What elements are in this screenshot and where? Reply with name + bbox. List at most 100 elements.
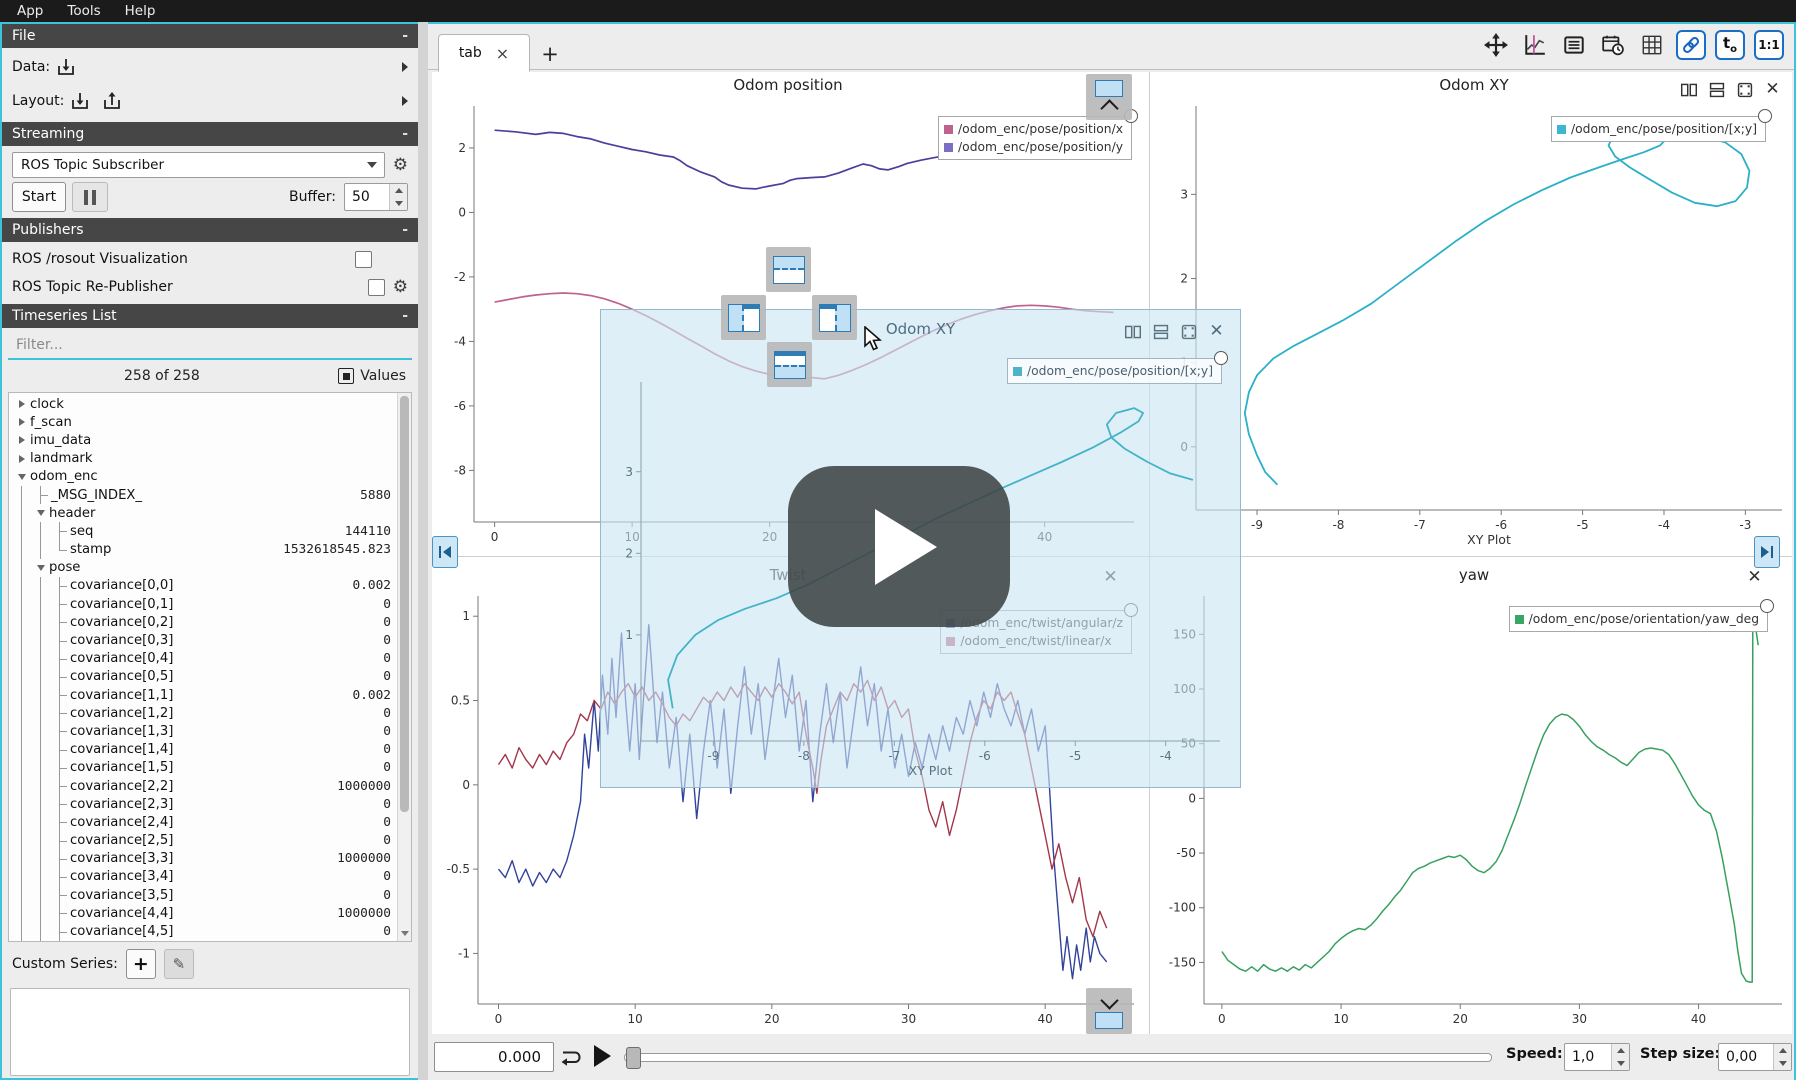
split-horizontal-icon[interactable] bbox=[1679, 80, 1698, 99]
close-plot-icon[interactable]: ✕ bbox=[1763, 80, 1782, 99]
tree-item[interactable]: f_scan bbox=[9, 413, 397, 431]
spin-up-icon[interactable] bbox=[390, 184, 407, 197]
list-view-icon[interactable] bbox=[1559, 30, 1589, 60]
split-vertical-icon[interactable] bbox=[1151, 322, 1170, 341]
speed-spinbox[interactable]: 1,0 bbox=[1564, 1043, 1630, 1071]
tree-item[interactable]: covariance[1,2]0 bbox=[9, 704, 397, 722]
tree-scrollbar[interactable] bbox=[397, 393, 411, 941]
tree-item[interactable]: covariance[0,3]0 bbox=[9, 631, 397, 649]
spin-arrows[interactable] bbox=[389, 184, 407, 210]
section-header-publishers[interactable]: Publishers - bbox=[2, 218, 418, 242]
tree-item[interactable]: covariance[1,4]0 bbox=[9, 741, 397, 759]
spin-down-icon[interactable] bbox=[390, 197, 407, 210]
dock-top-icon[interactable] bbox=[766, 247, 811, 292]
tree-item[interactable]: covariance[1,5]0 bbox=[9, 759, 397, 777]
custom-series-list[interactable] bbox=[10, 988, 410, 1076]
spin-up-icon[interactable] bbox=[1774, 1044, 1791, 1057]
video-play-button[interactable] bbox=[788, 466, 1010, 627]
tab-current[interactable]: tab × bbox=[438, 34, 530, 72]
tree-item[interactable]: covariance[3,5]0 bbox=[9, 886, 397, 904]
legend-entry[interactable]: /odom_enc/pose/position/[x;y] bbox=[1557, 120, 1757, 138]
legend-entry[interactable]: /odom_enc/pose/orientation/yaw_deg bbox=[1515, 610, 1759, 628]
split-vertical-icon[interactable] bbox=[1707, 80, 1726, 99]
tree-item[interactable]: covariance[2,2]1000000 bbox=[9, 777, 397, 795]
time-slider[interactable] bbox=[624, 1050, 1492, 1064]
publisher-checkbox[interactable] bbox=[368, 279, 385, 296]
fullscreen-icon[interactable] bbox=[1179, 322, 1198, 341]
collapse-section-icon[interactable]: - bbox=[402, 308, 408, 324]
plot-legend[interactable]: /odom_enc/pose/position/[x;y] bbox=[1551, 116, 1766, 142]
start-button[interactable]: Start bbox=[12, 182, 66, 212]
expand-arrow-icon[interactable] bbox=[402, 62, 408, 72]
tree-item[interactable]: covariance[2,3]0 bbox=[9, 795, 397, 813]
tree-item[interactable]: header bbox=[9, 504, 397, 522]
spin-down-icon[interactable] bbox=[1774, 1057, 1791, 1070]
tree-item[interactable]: imu_data bbox=[9, 431, 397, 449]
link-zoom-icon[interactable] bbox=[1676, 30, 1706, 60]
legend-entry[interactable]: /odom_enc/pose/position/y bbox=[944, 138, 1123, 156]
load-data-icon[interactable] bbox=[55, 57, 77, 77]
tree-item[interactable]: stamp1532618545.823 bbox=[9, 541, 397, 559]
pause-button[interactable] bbox=[72, 182, 108, 212]
legend-entry[interactable]: /odom_enc/pose/position/[x;y] bbox=[1013, 362, 1213, 380]
buffer-spinbox[interactable]: 50 bbox=[344, 183, 408, 211]
expand-arrow-icon[interactable] bbox=[13, 400, 30, 408]
collapse-left-splitter-button[interactable] bbox=[432, 536, 458, 568]
close-plot-icon[interactable]: ✕ bbox=[1207, 322, 1226, 341]
expand-arrow-icon[interactable] bbox=[13, 455, 30, 463]
tree-item[interactable]: covariance[4,4]1000000 bbox=[9, 904, 397, 922]
publisher-checkbox[interactable] bbox=[355, 251, 372, 268]
menu-tools[interactable]: Tools bbox=[56, 2, 111, 20]
save-layout-icon[interactable] bbox=[101, 91, 123, 111]
close-plot-icon[interactable]: ✕ bbox=[1745, 568, 1764, 587]
grid-icon[interactable] bbox=[1637, 30, 1667, 60]
new-tab-button[interactable]: + bbox=[532, 38, 568, 69]
loop-icon[interactable] bbox=[556, 1044, 584, 1070]
section-header-streaming[interactable]: Streaming - bbox=[2, 122, 418, 146]
tree-item[interactable]: covariance[0,4]0 bbox=[9, 650, 397, 668]
collapse-arrow-icon[interactable] bbox=[32, 510, 49, 516]
move-icon[interactable] bbox=[1481, 30, 1511, 60]
close-tab-icon[interactable]: × bbox=[496, 44, 509, 63]
add-custom-series-button[interactable]: + bbox=[126, 949, 156, 979]
dock-bottom-icon[interactable] bbox=[767, 342, 812, 387]
time-offset-icon[interactable]: to bbox=[1715, 30, 1745, 60]
tree-item[interactable]: covariance[2,5]0 bbox=[9, 832, 397, 850]
tree-item[interactable]: covariance[0,1]0 bbox=[9, 595, 397, 613]
tree-item[interactable]: covariance[2,4]0 bbox=[9, 813, 397, 831]
overlay-legend[interactable]: /odom_enc/pose/position/[x;y] bbox=[1007, 358, 1222, 384]
streaming-settings-gear-icon[interactable]: ⚙ bbox=[393, 155, 408, 175]
filter-input[interactable] bbox=[8, 332, 412, 360]
tree-item[interactable]: covariance[0,0]0.002 bbox=[9, 577, 397, 595]
publisher-settings-gear-icon[interactable]: ⚙ bbox=[393, 277, 408, 297]
collapse-arrow-icon[interactable] bbox=[32, 565, 49, 571]
split-horizontal-icon[interactable] bbox=[1123, 322, 1142, 341]
slider-handle[interactable] bbox=[626, 1047, 641, 1069]
spin-down-icon[interactable] bbox=[1612, 1057, 1629, 1070]
section-header-timeseries[interactable]: Timeseries List - bbox=[2, 304, 418, 328]
time-display[interactable]: 0.000 bbox=[434, 1042, 554, 1072]
fullscreen-icon[interactable] bbox=[1735, 80, 1754, 99]
scrollbar-thumb[interactable] bbox=[400, 396, 409, 812]
expand-arrow-icon[interactable] bbox=[13, 436, 30, 444]
plot-canvas[interactable]: 3210-9-8-7-6-5-4-3XY Plot bbox=[1156, 98, 1792, 552]
tree-item[interactable]: odom_enc bbox=[9, 468, 397, 486]
tree-item[interactable]: clock bbox=[9, 395, 397, 413]
dock-left-icon[interactable] bbox=[721, 295, 766, 340]
collapse-section-icon[interactable]: - bbox=[402, 28, 408, 44]
collapse-section-icon[interactable]: - bbox=[402, 126, 408, 142]
step-size-spinbox[interactable]: 0,00 bbox=[1718, 1043, 1792, 1071]
load-layout-icon[interactable] bbox=[69, 91, 91, 111]
tree-item[interactable]: covariance[1,3]0 bbox=[9, 722, 397, 740]
curve-tracker-icon[interactable] bbox=[1520, 30, 1550, 60]
ratio-1-1-icon[interactable]: 1:1 bbox=[1754, 30, 1784, 60]
tree-item[interactable]: covariance[3,4]0 bbox=[9, 868, 397, 886]
play-button[interactable] bbox=[594, 1045, 611, 1067]
menu-help[interactable]: Help bbox=[114, 2, 167, 20]
tree-item[interactable]: covariance[3,3]1000000 bbox=[9, 850, 397, 868]
plot-legend[interactable]: /odom_enc/pose/orientation/yaw_deg bbox=[1509, 606, 1768, 632]
expand-arrow-icon[interactable] bbox=[402, 96, 408, 106]
tree-item[interactable]: covariance[4,5]0 bbox=[9, 922, 397, 940]
legend-entry[interactable]: /odom_enc/pose/position/x bbox=[944, 120, 1123, 138]
dock-screen-top-icon[interactable] bbox=[1086, 74, 1132, 120]
